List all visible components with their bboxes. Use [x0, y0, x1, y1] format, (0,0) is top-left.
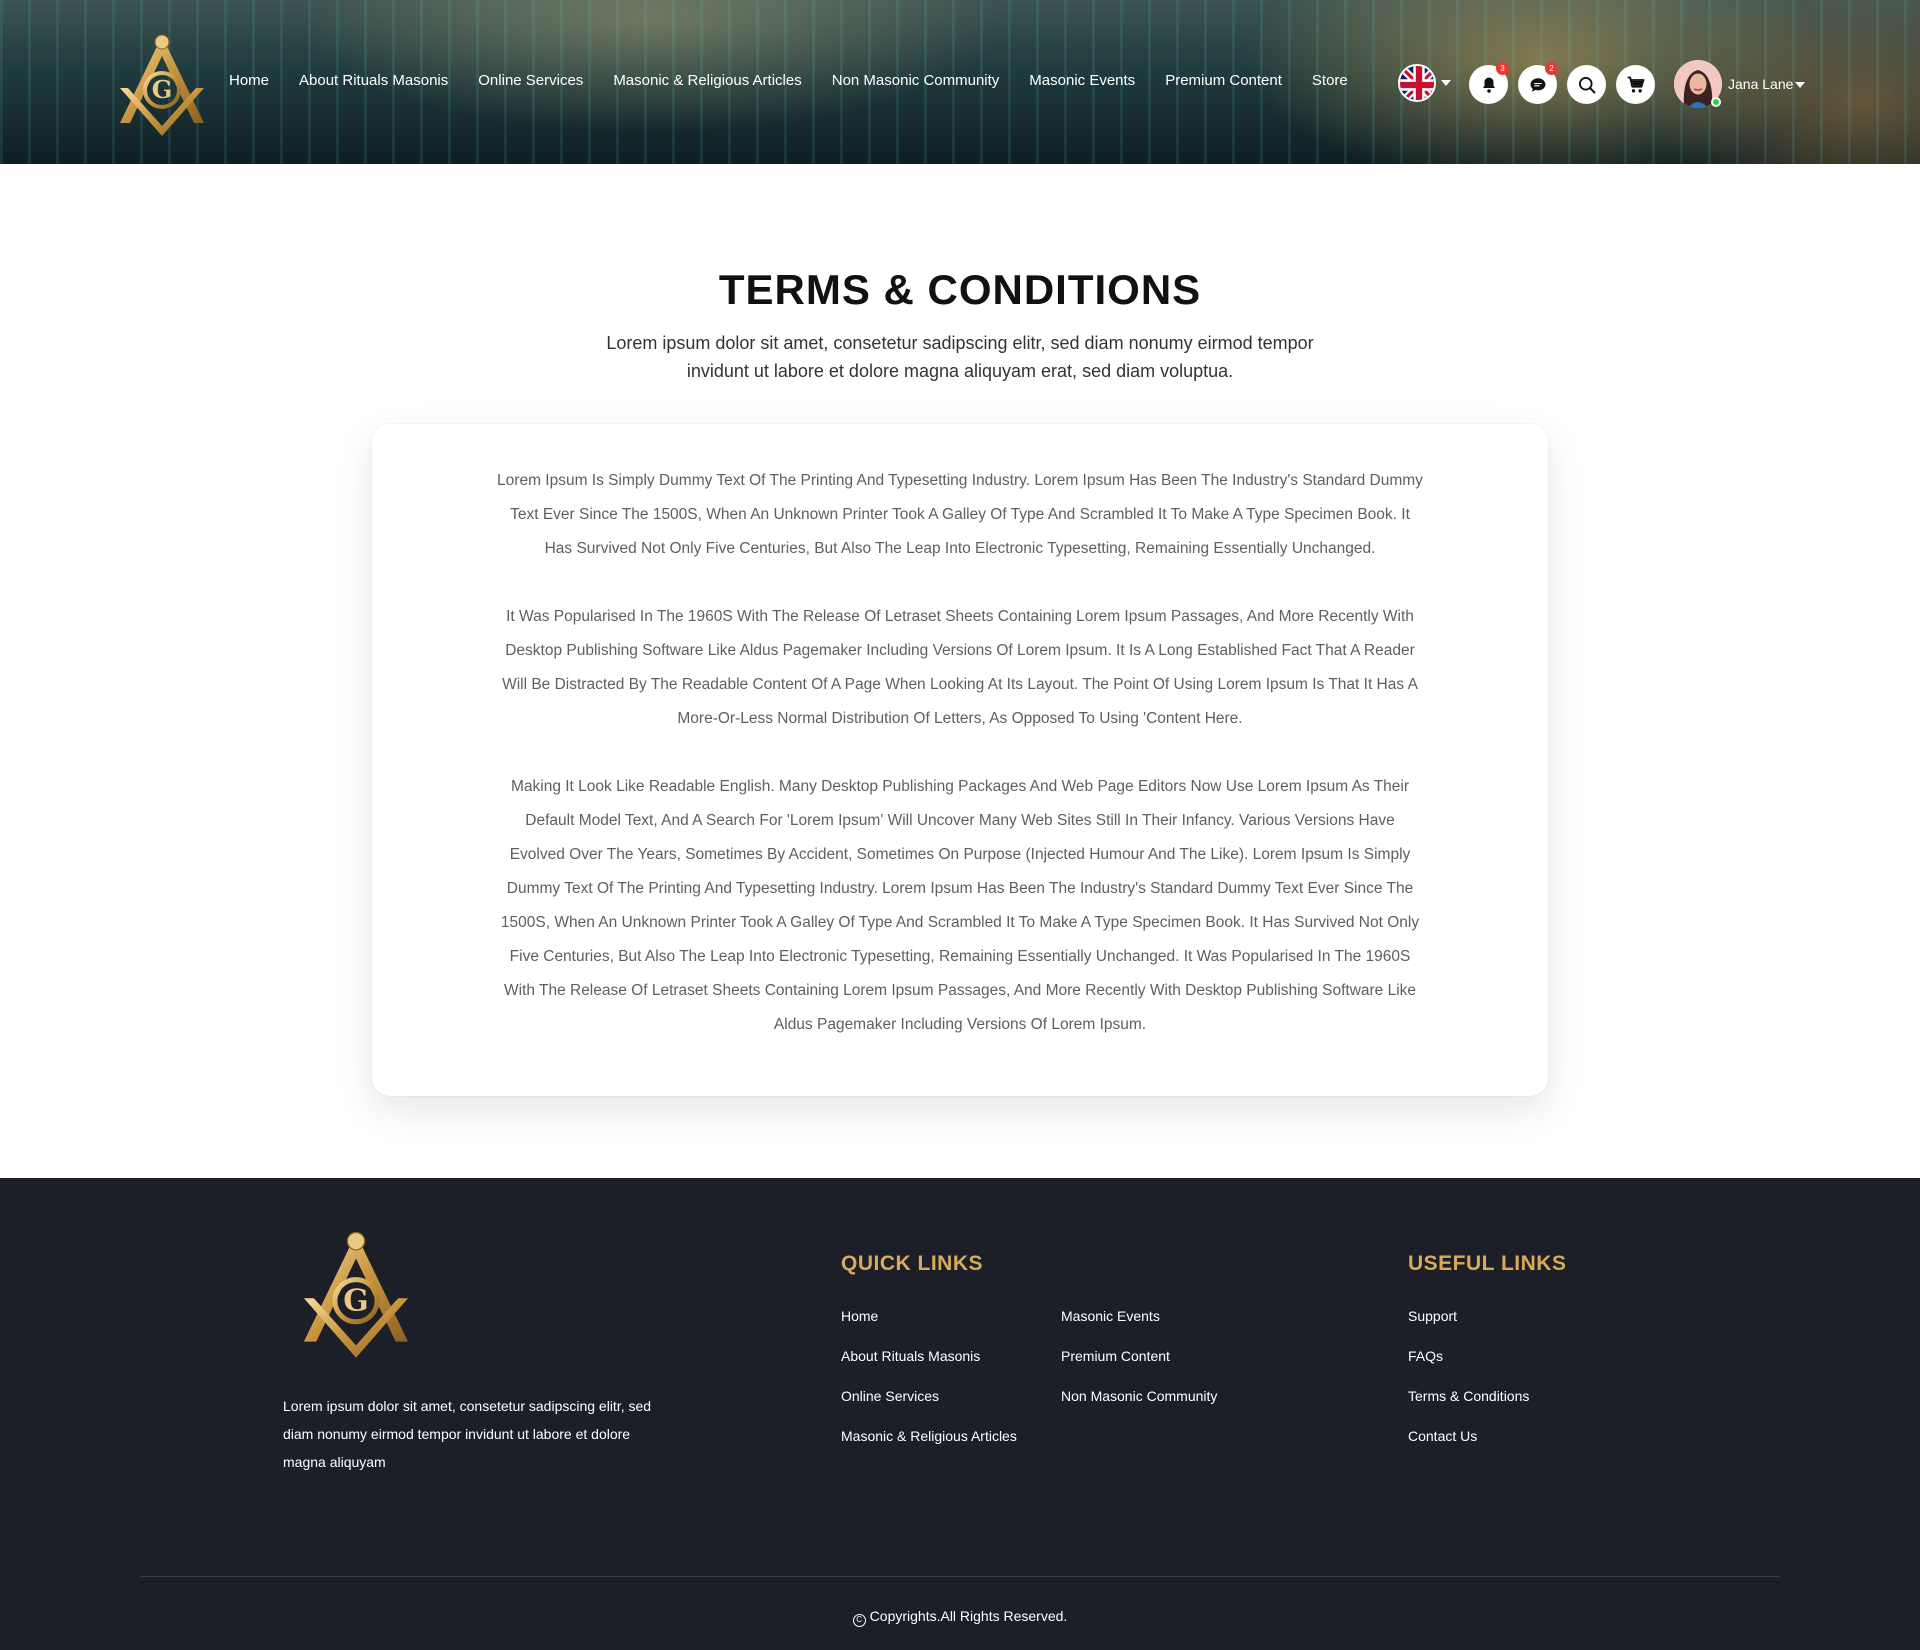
footer-link-online-services[interactable]: Online Services	[841, 1388, 939, 1404]
footer-link-home[interactable]: Home	[841, 1308, 878, 1324]
list-item: Contact Us	[1408, 1428, 1529, 1468]
nav-events[interactable]: Masonic Events	[1029, 72, 1135, 89]
terms-paragraph: It Was Popularised In The 1960S With The…	[502, 608, 1418, 727]
footer-link-articles[interactable]: Masonic & Religious Articles	[841, 1428, 1017, 1444]
quick-links-heading: QUICK LINKS	[841, 1252, 983, 1275]
page-subtitle: Lorem ipsum dolor sit amet, consetetur s…	[606, 333, 1314, 381]
terms-paragraph: Lorem Ipsum Is Simply Dummy Text Of The …	[497, 472, 1423, 557]
language-caret-icon[interactable]	[1441, 80, 1451, 86]
terms-content: Lorem Ipsum Is Simply Dummy Text Of The …	[497, 464, 1423, 1042]
nav-articles[interactable]: Masonic & Religious Articles	[613, 72, 801, 89]
nav-online-services[interactable]: Online Services	[478, 72, 583, 89]
user-menu-caret-icon[interactable]	[1795, 82, 1805, 88]
footer-link-events[interactable]: Masonic Events	[1061, 1308, 1160, 1324]
list-item: Terms & Conditions	[1408, 1388, 1529, 1428]
svg-text:G: G	[152, 75, 173, 104]
nav-home[interactable]: Home	[229, 72, 269, 89]
footer-link-contact[interactable]: Contact Us	[1408, 1428, 1477, 1444]
terms-card: Lorem Ipsum Is Simply Dummy Text Of The …	[372, 424, 1548, 1096]
site-header: G Home About Rituals Masonis Online Serv…	[0, 0, 1920, 164]
list-item: Masonic & Religious Articles	[841, 1428, 1017, 1468]
footer-logo[interactable]: G	[294, 1222, 418, 1362]
copyright-text: Copyrights.All Rights Reserved.	[869, 1608, 1068, 1624]
list-item: Online Services	[841, 1388, 1017, 1428]
messages-badge: 2	[1545, 62, 1558, 75]
list-item: FAQs	[1408, 1348, 1529, 1388]
list-item: Non Masonic Community	[1061, 1388, 1217, 1428]
nav-about[interactable]: About Rituals Masonis	[299, 72, 448, 89]
list-item: About Rituals Masonis	[841, 1348, 1017, 1388]
copyright: C Copyrights.All Rights Reserved.	[0, 1608, 1920, 1627]
main-nav: Home About Rituals Masonis Online Servic…	[229, 72, 1348, 89]
cart-button[interactable]	[1616, 65, 1655, 104]
search-button[interactable]	[1567, 65, 1606, 104]
uk-flag-icon[interactable]	[1398, 64, 1436, 102]
bell-icon	[1482, 77, 1495, 93]
page-title: TERMS & CONDITIONS	[718, 266, 1202, 313]
list-item: Home	[841, 1308, 1017, 1348]
site-footer: G Lorem ipsum dolor sit amet, consetetur…	[0, 1178, 1920, 1650]
footer-link-non-masonic[interactable]: Non Masonic Community	[1061, 1388, 1217, 1404]
footer-link-faqs[interactable]: FAQs	[1408, 1348, 1443, 1364]
useful-links-list: Support FAQs Terms & Conditions Contact …	[1408, 1308, 1529, 1468]
useful-links-heading: USEFUL LINKS	[1408, 1252, 1567, 1275]
notifications-button[interactable]: 3	[1469, 62, 1509, 104]
footer-link-premium[interactable]: Premium Content	[1061, 1348, 1170, 1364]
chat-icon	[1530, 77, 1545, 92]
masonic-logo[interactable]: G	[112, 28, 212, 138]
svg-text:G: G	[343, 1284, 368, 1319]
quick-links-col1: Home About Rituals Masonis Online Servic…	[841, 1308, 1017, 1468]
online-status-dot	[1711, 97, 1721, 107]
cart-icon	[1627, 76, 1644, 92]
notifications-badge: 3	[1496, 62, 1509, 75]
nav-non-masonic[interactable]: Non Masonic Community	[832, 72, 1000, 89]
search-icon	[1578, 76, 1595, 93]
footer-link-about[interactable]: About Rituals Masonis	[841, 1348, 980, 1364]
nav-store[interactable]: Store	[1312, 72, 1348, 89]
copyright-icon: C	[852, 1614, 866, 1627]
footer-link-support[interactable]: Support	[1408, 1308, 1457, 1324]
user-name[interactable]: Jana Lane	[1728, 76, 1793, 92]
list-item: Premium Content	[1061, 1348, 1217, 1388]
messages-button[interactable]: 2	[1518, 62, 1558, 104]
quick-links-col2: Masonic Events Premium Content Non Mason…	[1061, 1308, 1217, 1428]
footer-description: Lorem ipsum dolor sit amet, consetetur s…	[283, 1398, 652, 1470]
footer-link-terms[interactable]: Terms & Conditions	[1408, 1388, 1529, 1404]
nav-premium[interactable]: Premium Content	[1165, 72, 1282, 89]
list-item: Masonic Events	[1061, 1308, 1217, 1348]
footer-divider	[140, 1576, 1780, 1577]
terms-paragraph: Making It Look Like Readable English. Ma…	[500, 778, 1420, 1033]
list-item: Support	[1408, 1308, 1529, 1348]
